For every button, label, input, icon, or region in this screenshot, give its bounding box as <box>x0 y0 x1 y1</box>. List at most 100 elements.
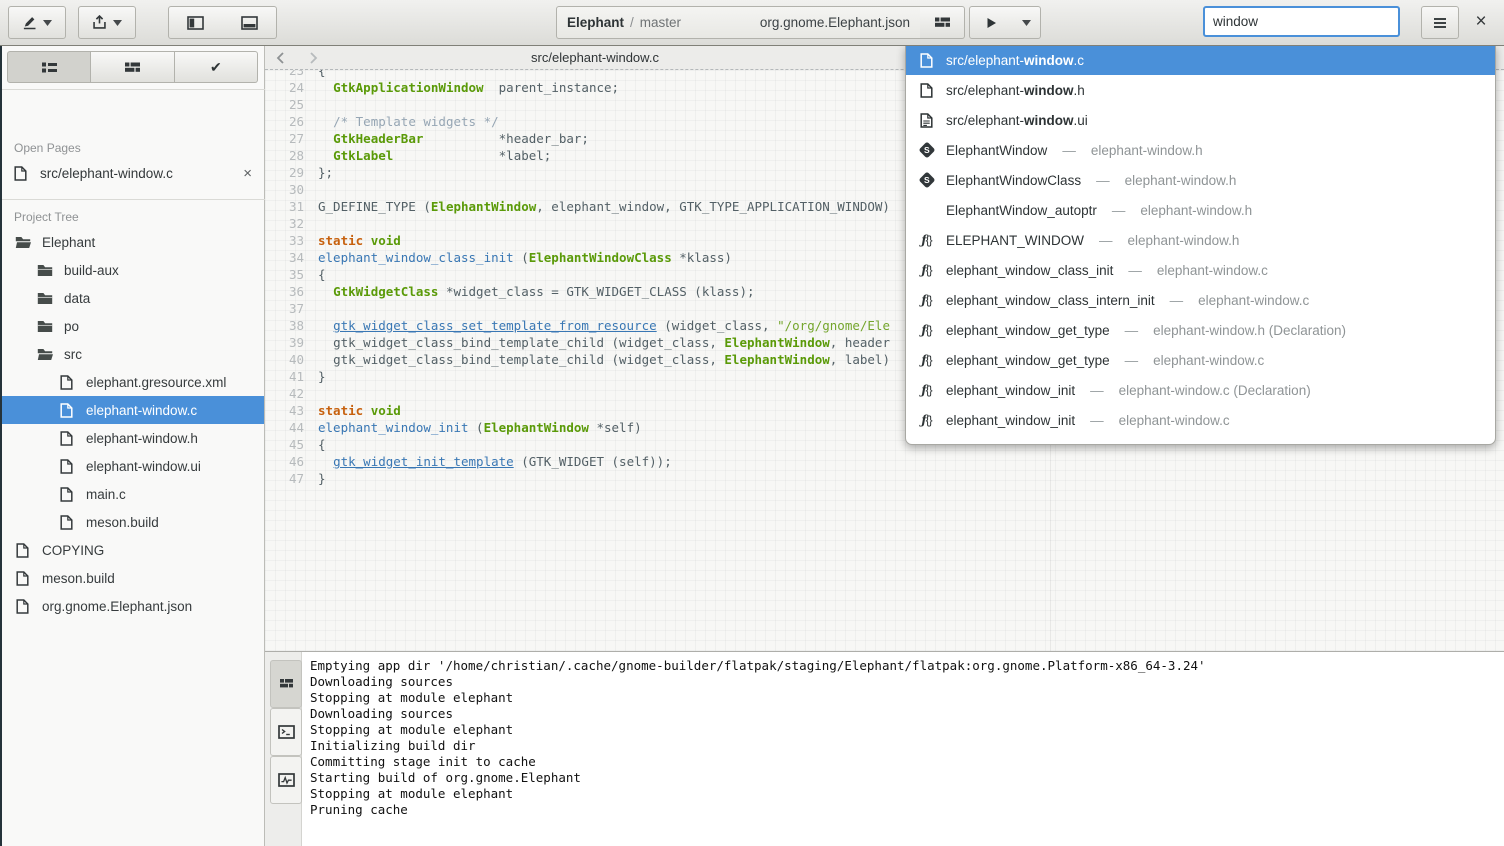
file-icon <box>14 543 31 558</box>
search-result-item[interactable]: ƒ{}elephant_window_get_type—elephant-win… <box>906 315 1495 345</box>
result-file: elephant-window.h <box>1125 173 1237 188</box>
result-name: ElephantWindowClass <box>946 173 1081 188</box>
run-options-button[interactable] <box>1012 6 1041 39</box>
line-number: 39 <box>265 334 318 351</box>
dash-separator: — <box>1125 353 1139 368</box>
tree-item-copying[interactable]: COPYING <box>0 536 264 564</box>
search-result-item[interactable]: src/elephant-window.ui <box>906 105 1495 135</box>
search-results-popup: src/elephant-window.c src/elephant-window… <box>905 45 1496 445</box>
line-number: 43 <box>265 402 318 419</box>
open-page-item[interactable]: src/elephant-window.c× <box>0 158 264 188</box>
line-number: 38 <box>265 317 318 334</box>
line-number: 42 <box>265 385 318 402</box>
search-input[interactable] <box>1203 6 1400 37</box>
result-file: elephant-window.h (Declaration) <box>1153 323 1346 338</box>
line-number: 32 <box>265 215 318 232</box>
search-result-item[interactable]: ƒ{}elephant_window_init—elephant-window.… <box>906 375 1495 405</box>
export-button[interactable] <box>78 6 136 39</box>
omnibar[interactable]: Elephant / master org.gnome.Elephant.jso… <box>556 6 921 39</box>
close-page-icon[interactable]: × <box>243 165 252 182</box>
header-bar: Elephant / master org.gnome.Elephant.jso… <box>0 0 1504 46</box>
pen-icon <box>22 15 37 30</box>
function-icon: ƒ{} <box>918 353 935 367</box>
panel-bottom-icon <box>241 16 258 30</box>
result-file: elephant-window.c <box>1157 263 1268 278</box>
line-number: 27 <box>265 130 318 147</box>
tree-item-elephant-window-c[interactable]: elephant-window.c <box>0 396 264 424</box>
search-result-item[interactable]: ƒ{}elephant_window_class_init—elephant-w… <box>906 255 1495 285</box>
folder-icon <box>36 320 53 333</box>
tree-item-build-aux[interactable]: build-aux <box>0 256 264 284</box>
tree-item-label: data <box>64 291 90 306</box>
line-number: 37 <box>265 300 318 317</box>
line-number: 40 <box>265 351 318 368</box>
pages-view-button[interactable] <box>7 51 91 83</box>
dash-separator: — <box>1125 323 1139 338</box>
tree-item-data[interactable]: data <box>0 284 264 312</box>
terminal-tab[interactable] <box>270 708 302 756</box>
runtime-terminal-tab[interactable] <box>270 756 302 804</box>
run-button[interactable] <box>969 6 1013 39</box>
result-name: ElephantWindow_autoptr <box>946 203 1097 218</box>
tree-item-org-gnome-elephant-json[interactable]: org.gnome.Elephant.json <box>0 592 264 620</box>
line-number: 25 <box>265 96 318 113</box>
search-result-item[interactable]: ƒ{} <box>906 435 1495 445</box>
log-line: Committing stage init to cache <box>310 754 1460 770</box>
tree-item-elephant-window-ui[interactable]: elephant-window.ui <box>0 452 264 480</box>
toggle-bottom-panel-button[interactable] <box>222 6 277 39</box>
tree-item-label: elephant-window.h <box>86 431 198 446</box>
search-result-item[interactable]: ƒ{}elephant_window_get_type—elephant-win… <box>906 345 1495 375</box>
tree-item-src[interactable]: src <box>0 340 264 368</box>
close-icon[interactable]: × <box>1470 10 1492 34</box>
tree-item-meson-build[interactable]: meson.build <box>0 508 264 536</box>
search-result-item[interactable]: ElephantWindow_autoptr—elephant-window.h <box>906 195 1495 225</box>
log-line: Downloading sources <box>310 706 1460 722</box>
search-result-item[interactable]: S ElephantWindowClass — elephant-window.h <box>906 165 1495 195</box>
result-file: elephant-window.h <box>1091 143 1203 158</box>
edit-mode-button[interactable] <box>8 6 66 39</box>
tree-item-elephant-gresource-xml[interactable]: elephant.gresource.xml <box>0 368 264 396</box>
tree-item-elephant[interactable]: Elephant <box>0 228 264 256</box>
sidebar-view-switcher: ✔ <box>7 51 258 83</box>
function-icon: ƒ{} <box>918 443 935 445</box>
build-view-button[interactable] <box>91 51 174 83</box>
dash-separator: — <box>1096 173 1110 188</box>
line-number: 46 <box>265 453 318 470</box>
log-line: Pruning cache <box>310 802 1460 818</box>
tree-item-po[interactable]: po <box>0 312 264 340</box>
todo-view-button[interactable]: ✔ <box>175 51 258 83</box>
menu-button[interactable] <box>1421 6 1459 39</box>
tree-item-label: main.c <box>86 487 126 502</box>
tree-item-elephant-window-h[interactable]: elephant-window.h <box>0 424 264 452</box>
line-number: 35 <box>265 266 318 283</box>
function-icon: ƒ{} <box>918 413 935 427</box>
tree-item-label: COPYING <box>42 543 104 558</box>
search-result-item[interactable]: src/elephant-window.c <box>906 45 1495 75</box>
class-icon: S <box>918 174 935 186</box>
search-result-item[interactable]: ƒ{}elephant_window_init—elephant-window.… <box>906 405 1495 435</box>
search-result-item[interactable]: ƒ{}elephant_window_class_intern_init—ele… <box>906 285 1495 315</box>
function-icon: ƒ{} <box>918 293 935 307</box>
folder-icon <box>36 348 53 361</box>
build-bricks-icon <box>124 61 141 74</box>
chevron-down-icon <box>113 20 122 26</box>
dash-separator: — <box>1099 233 1113 248</box>
search-result-item[interactable]: src/elephant-window.h <box>906 75 1495 105</box>
tree-item-label: meson.build <box>86 515 159 530</box>
result-name: elephant_window_init <box>946 413 1075 428</box>
tree-item-main-c[interactable]: main.c <box>0 480 264 508</box>
file-icon <box>58 403 75 418</box>
search-result-item[interactable]: SElephantWindow—elephant-window.h <box>906 135 1495 165</box>
dash-separator: — <box>1090 383 1104 398</box>
toggle-left-panel-button[interactable] <box>168 6 223 39</box>
line-number: 29 <box>265 164 318 181</box>
search-result-item[interactable]: ƒ{}ELEPHANT_WINDOW—elephant-window.h <box>906 225 1495 255</box>
result-name: src/elephant-window.h <box>946 83 1085 98</box>
line-number: 44 <box>265 419 318 436</box>
build-output-tab[interactable] <box>270 660 302 708</box>
line-number: 30 <box>265 181 318 198</box>
result-name: src/elephant-window.ui <box>946 113 1088 128</box>
tree-item-meson-build[interactable]: meson.build <box>0 564 264 592</box>
build-button[interactable] <box>920 6 965 39</box>
play-icon <box>986 17 997 29</box>
